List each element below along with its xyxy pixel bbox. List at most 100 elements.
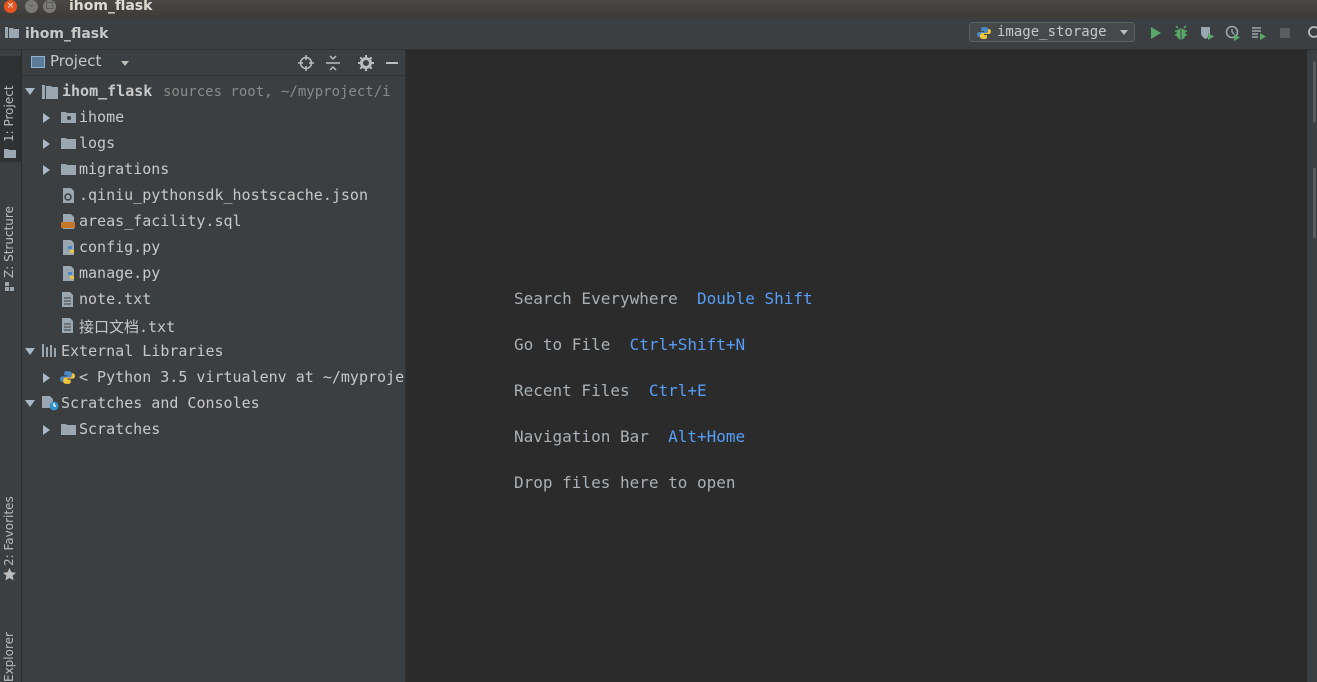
tree-item-label: Scratches bbox=[79, 420, 161, 438]
collapsed-arrow-icon[interactable] bbox=[43, 165, 50, 175]
tree-item-label: logs bbox=[79, 134, 116, 152]
window-maximize-button[interactable]: □ bbox=[43, 0, 56, 13]
stop-icon[interactable] bbox=[1277, 25, 1293, 41]
hint-shortcut: Ctrl+E bbox=[648, 381, 707, 400]
collapsed-arrow-icon[interactable] bbox=[43, 425, 50, 435]
tree-item-migrations[interactable]: migrations bbox=[22, 157, 405, 183]
tree-item-scratches-consoles[interactable]: Scratches and Consoles bbox=[22, 391, 405, 417]
python-icon bbox=[977, 27, 991, 39]
hint-shortcut: Double Shift bbox=[697, 289, 813, 308]
sql-file-icon bbox=[61, 214, 75, 229]
concurrency-icon[interactable] bbox=[1251, 25, 1267, 41]
tab-project[interactable]: 1: Project bbox=[0, 56, 21, 162]
folder-icon bbox=[4, 149, 16, 158]
navbar-project-name[interactable]: ihom_flask bbox=[25, 26, 108, 42]
project-view-selector[interactable]: Project bbox=[50, 52, 101, 70]
folder-icon bbox=[61, 138, 76, 149]
tab-explorer-label: Explorer bbox=[2, 632, 16, 682]
hint-search-everywhere: Search Everywhere Double Shift bbox=[514, 289, 813, 308]
expanded-arrow-icon[interactable] bbox=[25, 348, 35, 355]
scratches-icon bbox=[42, 396, 59, 411]
window-minimize-button[interactable]: – bbox=[25, 0, 38, 13]
hint-recent-files: Recent Files Ctrl+E bbox=[514, 381, 707, 400]
tree-item-config[interactable]: config.py bbox=[22, 235, 405, 261]
window-title: ihom_flask bbox=[69, 0, 153, 14]
right-tab-marker[interactable] bbox=[1313, 62, 1316, 122]
tree-item-hostscache[interactable]: .qiniu_pythonsdk_hostscache.json bbox=[22, 183, 405, 209]
window-title-bar: × – □ ihom_flask bbox=[0, 0, 1317, 18]
hide-icon[interactable] bbox=[384, 55, 400, 71]
tree-item-label: note.txt bbox=[79, 290, 152, 308]
star-icon bbox=[3, 568, 16, 581]
tree-item-note[interactable]: note.txt bbox=[22, 287, 405, 313]
text-file-icon bbox=[62, 292, 73, 307]
project-panel: Project ihom_flask sources root, ~/mypro… bbox=[22, 50, 406, 682]
editor-area[interactable]: Search Everywhere Double Shift Go to Fil… bbox=[406, 50, 1307, 682]
tree-item-logs[interactable]: logs bbox=[22, 131, 405, 157]
chevron-down-icon[interactable] bbox=[121, 61, 129, 66]
right-tab-marker[interactable] bbox=[1313, 168, 1316, 238]
tree-item-label: config.py bbox=[79, 238, 161, 256]
folder-icon bbox=[61, 424, 76, 435]
package-folder-icon bbox=[61, 112, 76, 123]
search-icon[interactable] bbox=[1305, 25, 1317, 41]
python-file-icon bbox=[63, 266, 74, 281]
folder-icon bbox=[61, 164, 76, 175]
expanded-arrow-icon[interactable] bbox=[25, 88, 35, 95]
gear-icon[interactable] bbox=[358, 55, 374, 71]
tree-item-root[interactable]: ihom_flask sources root, ~/myproject/i bbox=[22, 79, 405, 105]
project-panel-header: Project bbox=[22, 50, 405, 76]
profile-icon[interactable] bbox=[1225, 25, 1241, 41]
python-file-icon bbox=[63, 240, 74, 255]
structure-icon bbox=[5, 282, 14, 291]
tree-item-note: sources root, ~/myproject/i bbox=[163, 84, 391, 100]
tree-item-label: ihom_flask bbox=[62, 82, 153, 100]
expanded-arrow-icon[interactable] bbox=[25, 400, 35, 407]
tree-item-sql[interactable]: areas_facility.sql bbox=[22, 209, 405, 235]
project-folder-icon bbox=[5, 27, 19, 38]
tab-favorites[interactable]: 2: Favorites bbox=[0, 464, 21, 584]
coverage-icon[interactable] bbox=[1199, 25, 1215, 41]
tab-explorer[interactable]: Explorer bbox=[0, 604, 21, 682]
tree-item-label: ihome bbox=[79, 108, 125, 126]
hint-label: Recent Files bbox=[514, 381, 630, 400]
tree-item-external-libraries[interactable]: External Libraries bbox=[22, 339, 405, 365]
hint-label: Go to File bbox=[514, 335, 611, 354]
tree-item-label: migrations bbox=[79, 160, 170, 178]
right-tool-stripe bbox=[1307, 50, 1317, 682]
tree-item-label: manage.py bbox=[79, 264, 161, 282]
window-close-button[interactable]: × bbox=[4, 0, 17, 13]
project-view-icon bbox=[31, 56, 45, 68]
hint-go-to-file: Go to File Ctrl+Shift+N bbox=[514, 335, 745, 354]
tree-item-label: 接口文档.txt bbox=[79, 318, 176, 336]
text-file-icon bbox=[62, 318, 73, 333]
collapsed-arrow-icon[interactable] bbox=[43, 113, 50, 123]
collapsed-arrow-icon[interactable] bbox=[43, 139, 50, 149]
run-icon[interactable] bbox=[1147, 25, 1163, 41]
locate-icon[interactable] bbox=[298, 55, 314, 71]
left-tool-stripe: 1: Project Z: Structure 2: Favorites Exp… bbox=[0, 50, 22, 682]
hint-navigation-bar: Navigation Bar Alt+Home bbox=[514, 427, 745, 446]
collapsed-arrow-icon[interactable] bbox=[43, 373, 50, 383]
debug-icon[interactable] bbox=[1173, 25, 1189, 41]
project-folder-icon bbox=[42, 85, 58, 99]
hint-shortcut: Alt+Home bbox=[668, 427, 746, 446]
python-icon bbox=[60, 371, 75, 384]
run-configuration-select[interactable]: image_storage bbox=[969, 22, 1135, 42]
tab-project-label: 1: Project bbox=[2, 85, 16, 142]
tree-item-manage[interactable]: manage.py bbox=[22, 261, 405, 287]
tab-structure[interactable]: Z: Structure bbox=[0, 178, 21, 298]
tree-item-api-doc[interactable]: 接口文档.txt bbox=[22, 313, 405, 339]
tree-item-label: .qiniu_pythonsdk_hostscache.json bbox=[79, 186, 368, 204]
tree-item-python-env[interactable]: < Python 3.5 virtualenv at ~/myproje bbox=[22, 365, 405, 391]
hint-label: Navigation Bar bbox=[514, 427, 649, 446]
tree-item-label: < Python 3.5 virtualenv at ~/myproje bbox=[79, 368, 405, 386]
navigation-bar: ihom_flask image_storage bbox=[0, 18, 1317, 50]
hint-label: Search Everywhere bbox=[514, 289, 678, 308]
hint-drop-files: Drop files here to open bbox=[514, 473, 736, 492]
tab-favorites-label: 2: Favorites bbox=[2, 496, 16, 566]
tree-item-ihome[interactable]: ihome bbox=[22, 105, 405, 131]
tree-item-scratches[interactable]: Scratches bbox=[22, 417, 405, 443]
collapse-all-icon[interactable] bbox=[325, 55, 341, 71]
run-configuration-label: image_storage bbox=[997, 24, 1107, 40]
